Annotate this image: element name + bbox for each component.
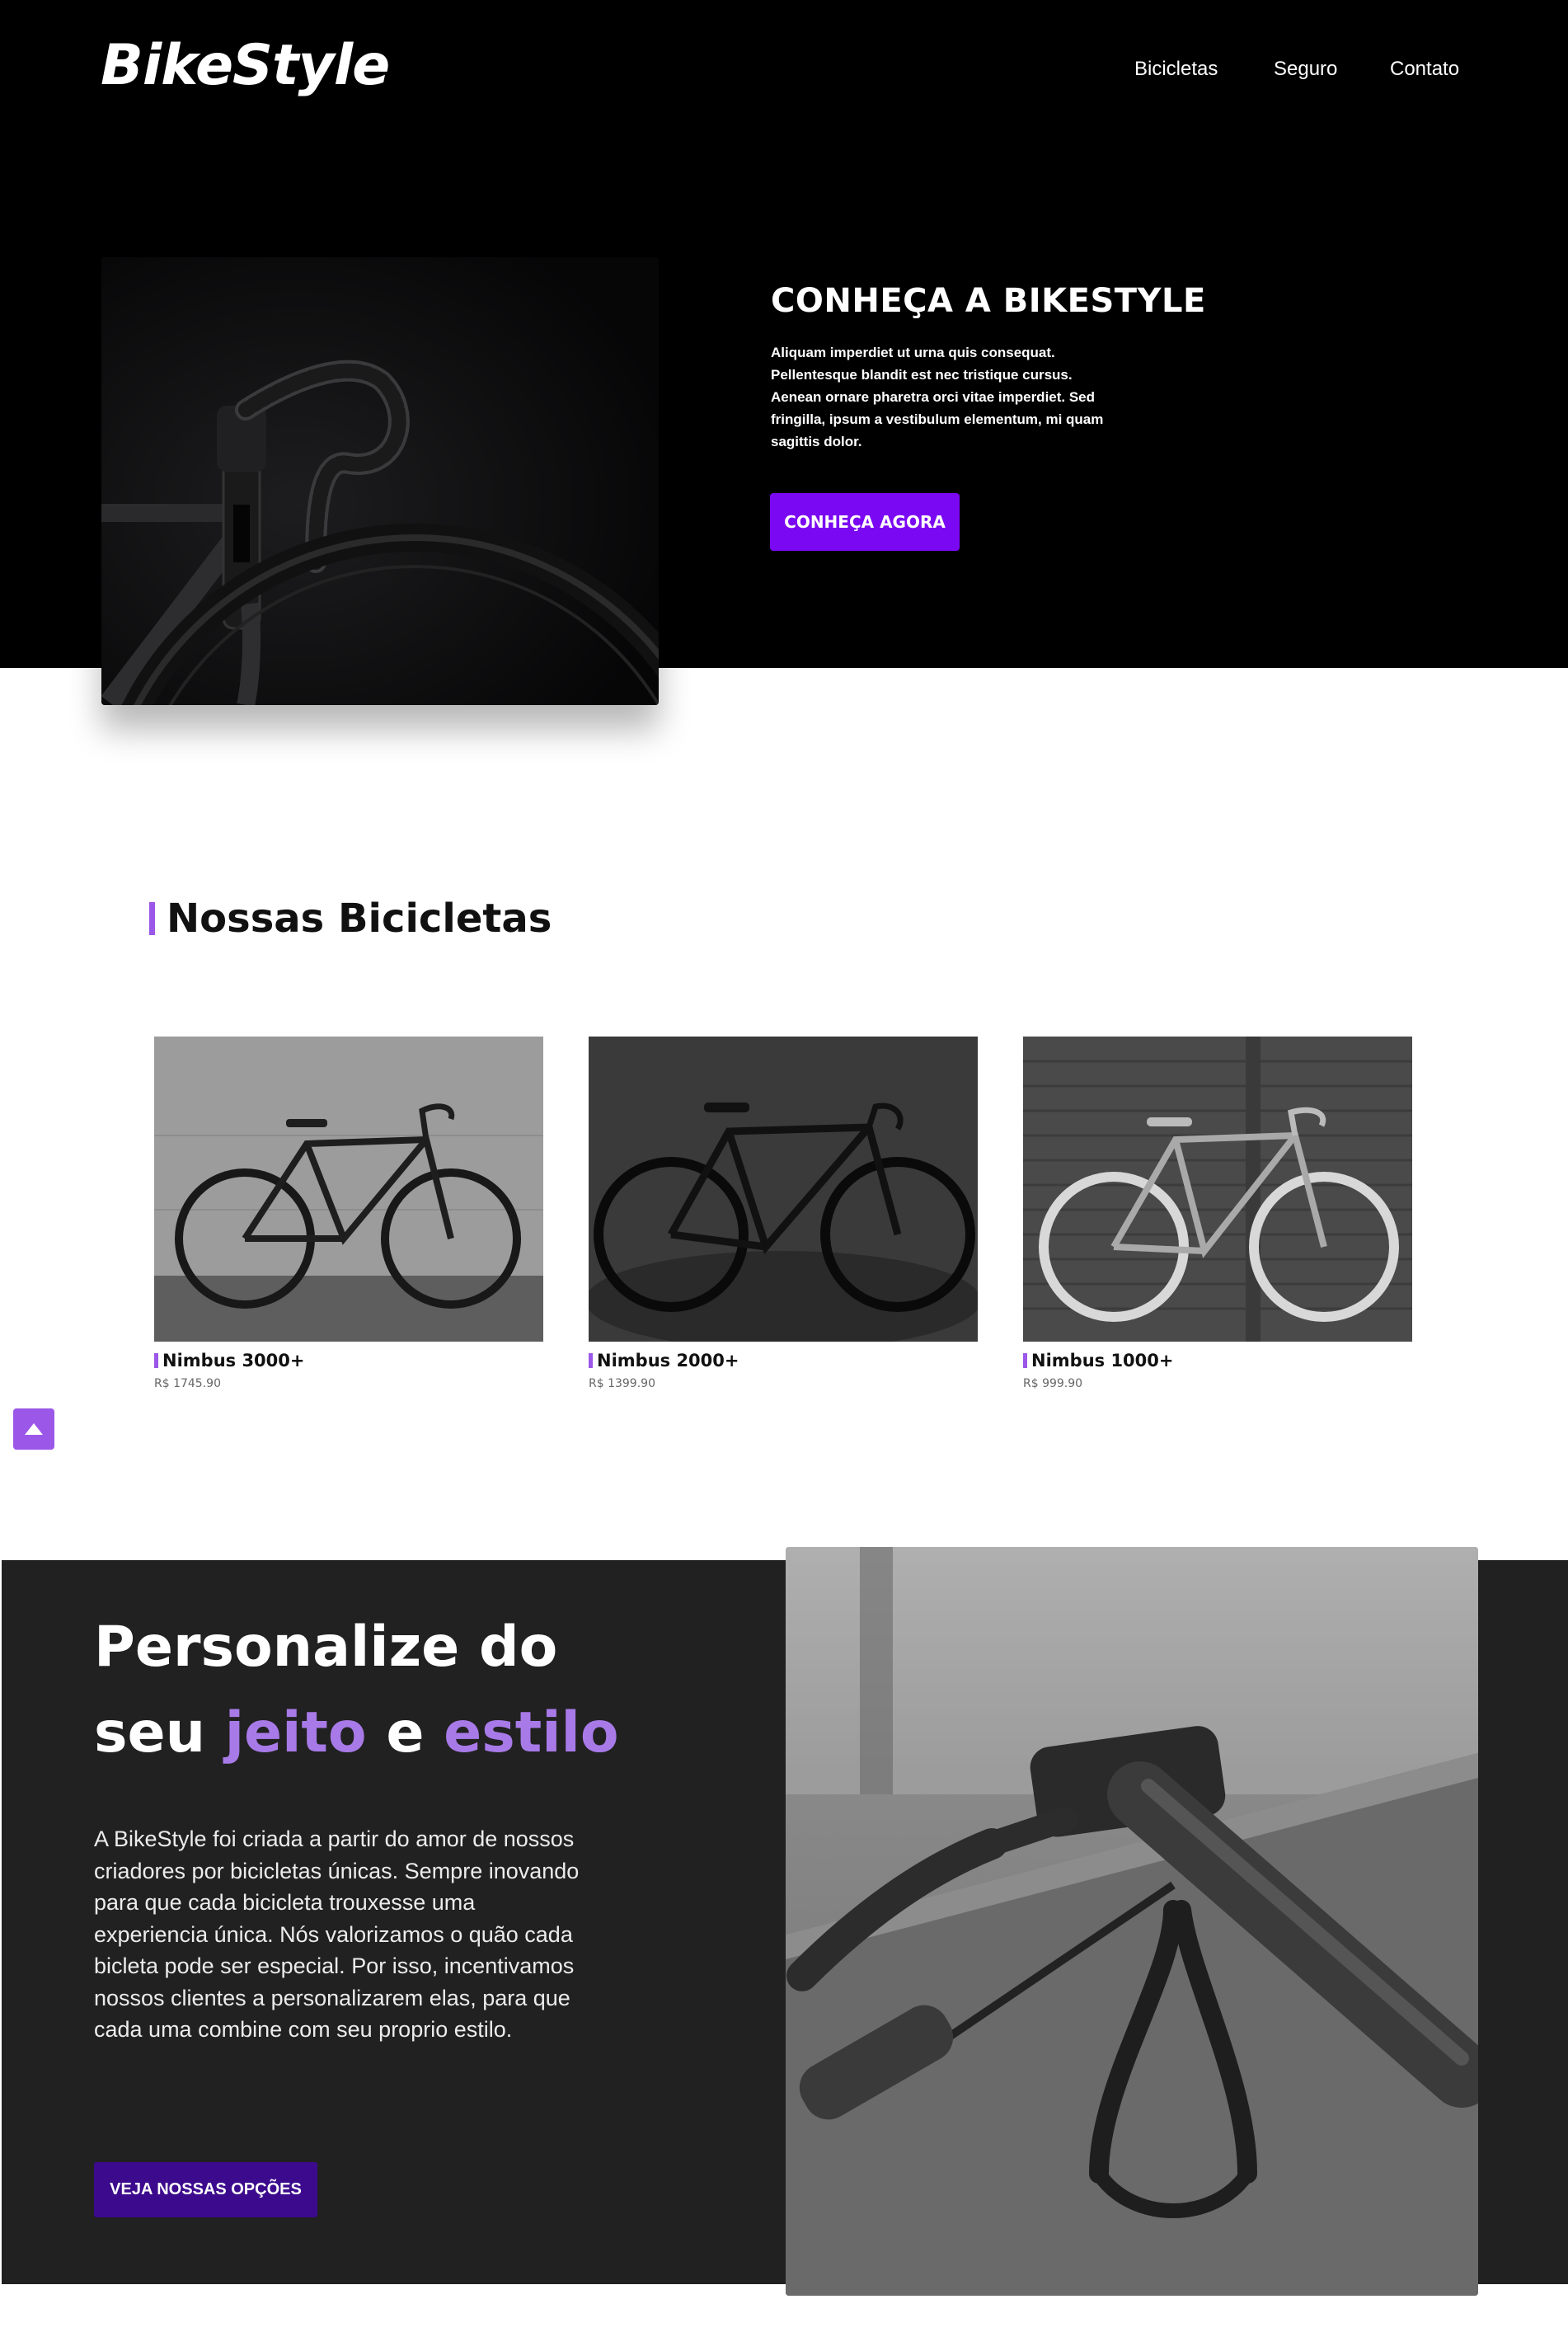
bike-name[interactable]: Nimbus 2000+ [597,1351,739,1371]
conheca-agora-button[interactable]: CONHEÇA AGORA [770,493,960,551]
veja-opcoes-button[interactable]: VEJA NOSSAS OPÇÕES [94,2162,317,2217]
bike-image-nimbus-1000[interactable] [1023,1037,1412,1342]
card-accent-bar [589,1353,593,1368]
nav-link-seguro[interactable]: Seguro [1274,58,1337,81]
card-accent-bar [154,1353,158,1368]
arrow-up-icon [23,1422,45,1436]
personalize-title-line1: Personalize do [94,1615,558,1680]
bike-name[interactable]: Nimbus 1000+ [1031,1351,1174,1371]
personalize-description: A BikeStyle foi criada a partir do amor … [94,1827,580,2042]
bike-image-nimbus-2000[interactable] [589,1037,978,1342]
bike-name[interactable]: Nimbus 3000+ [162,1351,305,1371]
hero-title: CONHEÇA A BIKESTYLE [771,282,1206,320]
section-accent-bar [149,902,155,935]
personalize-title-line2: seu jeito e estilo [94,1700,619,1765]
section-title-bicicletas: Nossas Bicicletas [167,896,552,942]
personalize-title: Personalize do seu jeito e estilo [94,1605,619,1776]
card-accent-bar [1023,1353,1027,1368]
nav-link-bicicletas[interactable]: Bicicletas [1134,58,1218,81]
bike-image-nimbus-3000[interactable] [154,1037,543,1342]
hero-bike-image [101,257,659,705]
hero-description: Aliquam imperdiet ut urna quis consequat… [771,345,1104,449]
scroll-top-button[interactable] [13,1408,54,1450]
nav-link-contato[interactable]: Contato [1390,58,1459,81]
bike-price: R$ 1399.90 [589,1377,655,1390]
logo[interactable]: BikeStyle [101,33,390,98]
bike-price: R$ 999.90 [1023,1377,1083,1390]
tools-image [786,1547,1478,2296]
bike-price: R$ 1745.90 [154,1377,221,1390]
